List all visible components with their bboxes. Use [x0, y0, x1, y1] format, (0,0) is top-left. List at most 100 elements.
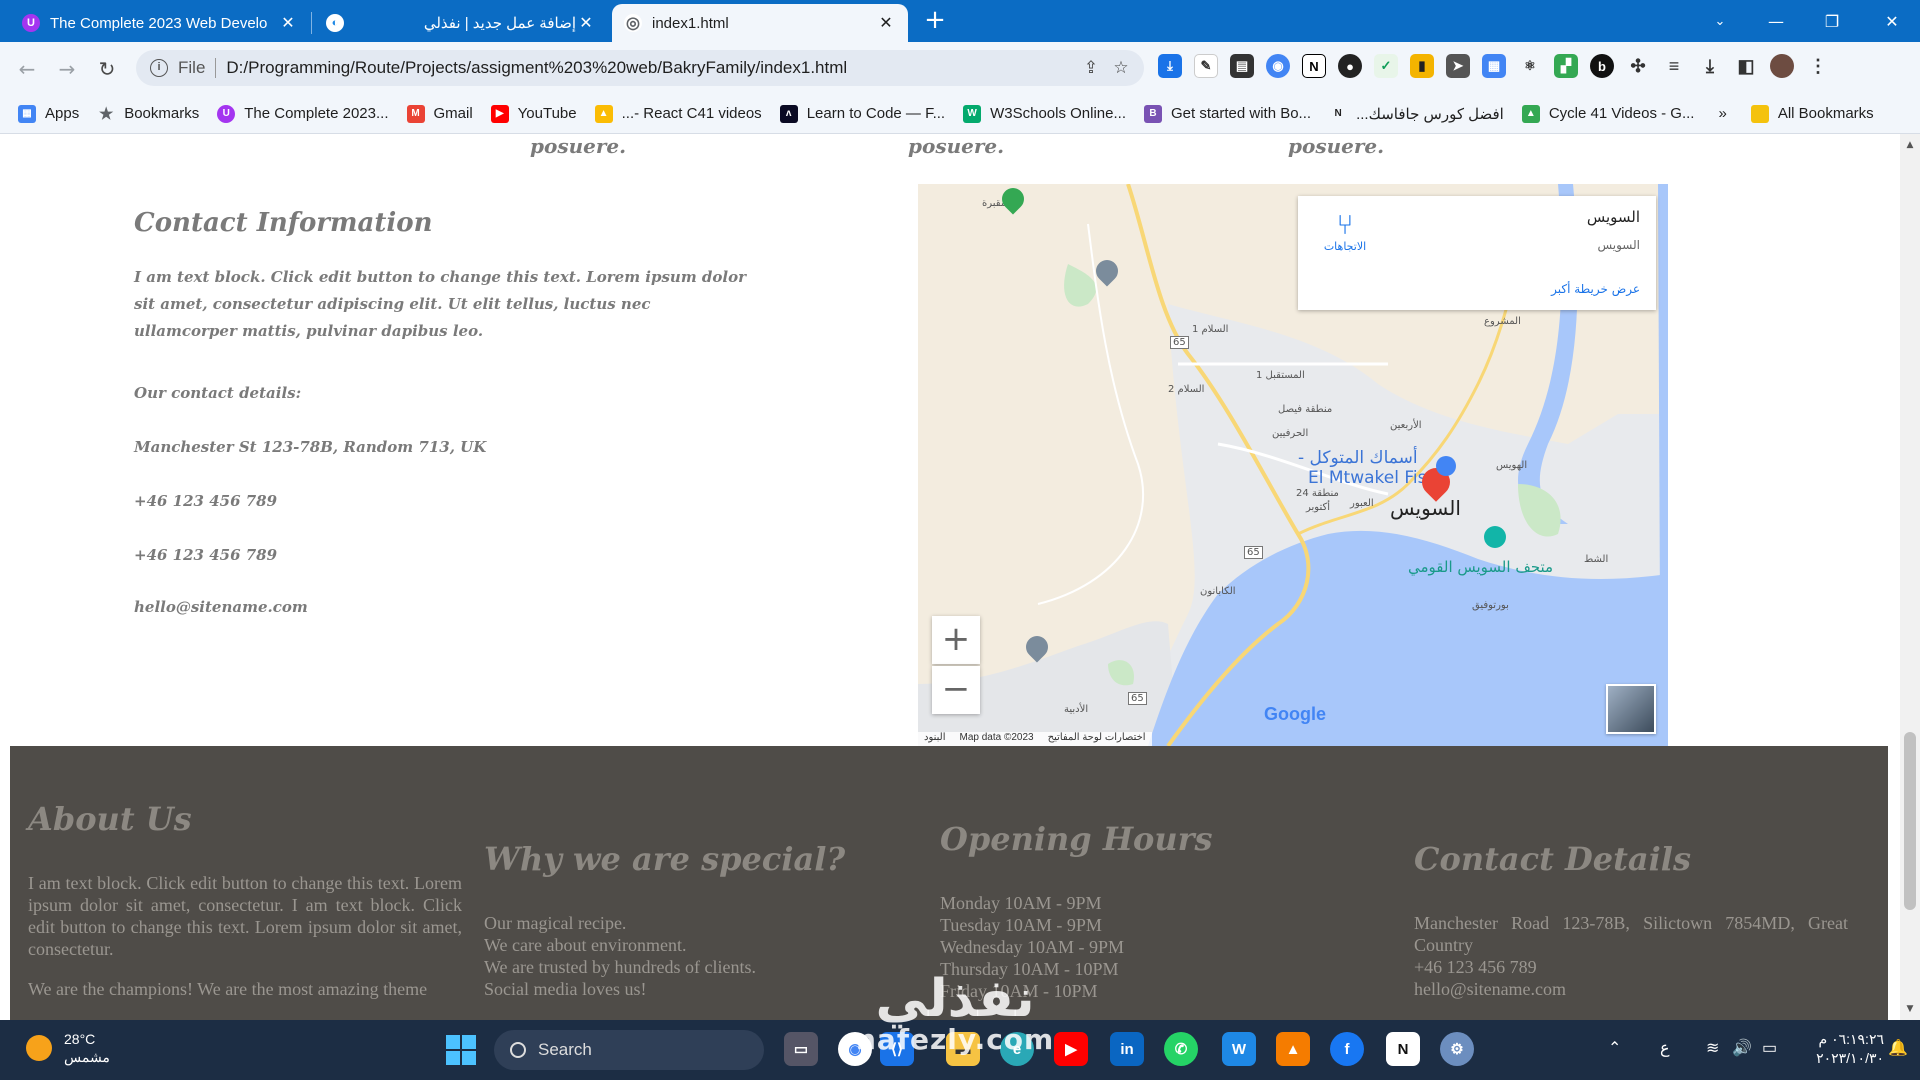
side-panel-icon[interactable]: ◧ [1734, 54, 1758, 78]
wifi-icon[interactable]: ≋ [1706, 1038, 1719, 1058]
share-icon[interactable]: ⇪ [1076, 58, 1106, 78]
bookmark-item[interactable]: B Get started with Bo... [1144, 104, 1312, 123]
close-tab-icon[interactable]: ✕ [278, 13, 298, 33]
place-name: السويس [1586, 208, 1640, 226]
eyedropper-icon[interactable]: ✎ [1194, 54, 1218, 78]
vlc-icon[interactable]: ▲ [1276, 1032, 1310, 1066]
media-queue-icon[interactable]: ≡ [1662, 54, 1686, 78]
zoom-out-button[interactable]: − [932, 666, 980, 714]
map-terms-link[interactable]: البنود [924, 732, 945, 746]
bookmark-item[interactable]: U The Complete 2023... [217, 104, 389, 123]
address-bar[interactable]: i File D:/Programming/Route/Projects/ass… [136, 50, 1144, 86]
weather-widget[interactable]: 28°C مشمس [26, 1030, 110, 1066]
word-icon[interactable]: W [1222, 1032, 1256, 1066]
footer-contact-heading: Contact Details [1414, 840, 1691, 878]
url-text[interactable]: D:/Programming/Route/Projects/assigment%… [226, 58, 1076, 78]
close-window-button[interactable]: ✕ [1864, 0, 1920, 42]
bookmark-item[interactable]: ▲ Cycle 41 Videos - G... [1521, 104, 1694, 123]
file-explorer-icon[interactable]: ▬ [946, 1032, 980, 1066]
back-button[interactable]: ← [12, 54, 42, 84]
vscode-icon[interactable]: ⟨⟩ [880, 1032, 914, 1066]
bookmark-item[interactable]: ▲ ...- React C41 videos [594, 104, 762, 123]
site-info-icon[interactable]: i [150, 59, 168, 77]
map-label: الأربعين [1390, 420, 1422, 431]
notion-icon[interactable]: N [1386, 1032, 1420, 1066]
puzzle-extensions-icon[interactable]: ✣ [1626, 54, 1650, 78]
show-hidden-icons-chevron-icon[interactable]: ⌃ [1608, 1038, 1621, 1058]
reader-icon[interactable]: ▤ [1230, 54, 1254, 78]
bookmark-item[interactable]: ʌ Learn to Code — F... [779, 104, 945, 123]
system-clock[interactable]: ٠٦:١٩:٢٦ م ٢٠٢٣/١٠/٣٠ [1800, 1030, 1884, 1068]
notification-bell-icon[interactable]: 🔔 [1888, 1038, 1908, 1058]
bookmark-item[interactable]: W W3Schools Online... [963, 104, 1126, 123]
scroll-up-arrow-icon[interactable]: ▲ [1900, 140, 1920, 150]
settings-gear-icon[interactable]: ⚙ [1440, 1032, 1474, 1066]
chrome-icon[interactable]: ◉ [838, 1032, 872, 1066]
tab-index1-active[interactable]: ◎ index1.html ✕ [612, 4, 908, 42]
close-tab-icon[interactable]: ✕ [876, 13, 896, 33]
volume-icon[interactable]: 🔊 [1732, 1038, 1752, 1058]
taskbar-search[interactable]: Search [494, 1030, 764, 1070]
restaurant-label[interactable]: El Mtwakel Fis [1308, 468, 1426, 488]
youtube-icon[interactable]: ▶ [1054, 1032, 1088, 1066]
linkedin-icon[interactable]: in [1110, 1032, 1144, 1066]
bookmark-item[interactable]: ▦ Apps [18, 104, 79, 123]
facebook-icon[interactable]: f [1330, 1032, 1364, 1066]
bookmark-item[interactable]: ▶ YouTube [490, 104, 577, 123]
page-scrollbar[interactable]: ▲ ▼ [1900, 134, 1920, 1020]
google-map-embed[interactable]: مقبرة السلام 1 السلام 2 المستقبل 1 منطقة… [918, 184, 1668, 746]
close-tab-icon[interactable]: ✕ [576, 13, 596, 33]
downloads-icon[interactable]: ⤓ [1698, 54, 1722, 78]
contact-email[interactable]: hello@sitename.com [134, 598, 308, 616]
tab-search-chevron-icon[interactable]: ⌄ [1692, 0, 1748, 42]
bookmark-star-icon[interactable]: ☆ [1106, 58, 1136, 78]
forward-button[interactable]: → [52, 54, 82, 84]
notion-icon[interactable]: N [1302, 54, 1326, 78]
check-extension-icon[interactable]: ✓ [1374, 54, 1398, 78]
restaurant-label[interactable]: - أسماك المتوكل [1298, 448, 1418, 468]
keyboard-shortcuts-link[interactable]: اختصارات لوحة المفاتيح [1048, 732, 1146, 746]
footer-about-text: I am text block. Click edit button to ch… [28, 873, 462, 959]
directions-button[interactable]: ⑂ الاتجاهات [1318, 210, 1372, 254]
start-button[interactable] [446, 1035, 476, 1065]
museum-label[interactable]: متحف السويس القومي [1408, 558, 1553, 576]
bookmark-item[interactable]: N افضل كورس جافاسك... [1329, 105, 1503, 123]
extension-green-icon[interactable]: ▞ [1554, 54, 1578, 78]
bookmark-item[interactable]: ★ Bookmarks [97, 105, 199, 123]
download-manager-icon[interactable]: ⤓ [1158, 54, 1182, 78]
restaurant-pin-icon[interactable] [1436, 456, 1456, 476]
map-type-thumbnail[interactable] [1606, 684, 1656, 734]
scrollbar-thumb[interactable] [1904, 732, 1916, 910]
bookmark-label: Get started with Bo... [1171, 105, 1312, 122]
reload-button[interactable]: ↻ [92, 54, 122, 84]
tab-title: index1.html [652, 14, 729, 32]
tab-nafezly[interactable]: ◐ إضافة عمل جديد | نفذلي ✕ [314, 4, 608, 42]
bookmark-item[interactable]: M Gmail [406, 104, 473, 123]
extension-circle-icon[interactable]: ◉ [1266, 54, 1290, 78]
extension-arrow-icon[interactable]: ➤ [1446, 54, 1470, 78]
profile-avatar[interactable] [1770, 54, 1794, 78]
docs-icon[interactable]: ▦ [1482, 54, 1506, 78]
minimize-button[interactable]: — [1748, 0, 1804, 42]
task-view-icon[interactable]: ▭ [784, 1032, 818, 1066]
nafezly-favicon-icon: ◐ [326, 14, 344, 32]
extension-b-icon[interactable]: b [1590, 54, 1614, 78]
new-tab-button[interactable]: + [922, 7, 948, 34]
zoom-in-button[interactable]: + [932, 616, 980, 664]
view-larger-map-link[interactable]: عرض خريطة أكبر [1551, 282, 1640, 296]
extension-yellow-icon[interactable]: ▮ [1410, 54, 1434, 78]
restore-button[interactable]: ❐ [1804, 0, 1860, 42]
more-menu-icon[interactable]: ⋮ [1806, 54, 1830, 78]
battery-icon[interactable]: ▭ [1762, 1038, 1777, 1058]
tab-udemy[interactable]: U The Complete 2023 Web Develo ✕ [10, 4, 310, 42]
extension-dark-icon[interactable]: ● [1338, 54, 1362, 78]
scroll-down-arrow-icon[interactable]: ▼ [1900, 1004, 1920, 1014]
edge-icon[interactable]: e [1000, 1032, 1034, 1066]
whatsapp-icon[interactable]: ✆ [1164, 1032, 1198, 1066]
all-bookmarks-button[interactable]: All Bookmarks [1750, 104, 1874, 123]
react-devtools-icon[interactable]: ⚛ [1518, 54, 1542, 78]
bookmarks-overflow-button[interactable]: » [1718, 105, 1726, 122]
input-language-indicator[interactable]: ع [1660, 1038, 1670, 1058]
footer-contact-email[interactable]: hello@sitename.com [1414, 978, 1848, 1000]
museum-pin-icon[interactable] [1484, 526, 1506, 548]
